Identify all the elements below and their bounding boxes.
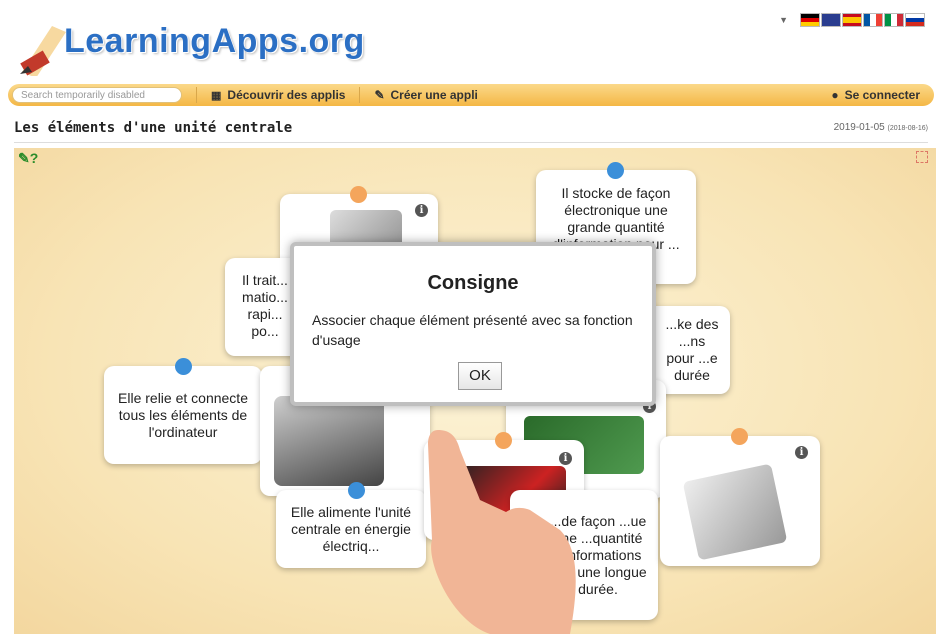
connector-dot[interactable]: [175, 358, 192, 375]
flag-en-icon[interactable]: [822, 14, 840, 26]
discover-apps-link[interactable]: ▦ Découvrir des applis: [196, 87, 359, 103]
dialog-title: Consigne: [427, 272, 519, 294]
page-date: 2019-01-05 (2018-08-16): [834, 122, 928, 133]
date-secondary: (2018-08-16): [887, 125, 928, 132]
user-icon: ●: [831, 88, 839, 102]
card-motherboard-text-label: Elle relie et connecte tous les éléments…: [118, 389, 248, 440]
card-ram-text-label: ...ke des ...ns pour ...e durée: [665, 316, 719, 383]
discover-apps-label: Découvrir des applis: [227, 88, 346, 102]
dropdown-arrow-icon[interactable]: ▼: [779, 15, 788, 25]
page-title: Les éléments d'une unité centrale: [14, 120, 293, 136]
connector-dot[interactable]: [350, 186, 367, 203]
flag-ru-icon[interactable]: [906, 14, 924, 26]
fullscreen-icon[interactable]: [916, 151, 928, 163]
logo[interactable]: LearningApps.org: [18, 8, 364, 82]
card-cpu-image[interactable]: i: [660, 436, 820, 566]
connector-dot[interactable]: [731, 428, 748, 445]
dialog-text: Associer chaque élément présenté avec sa…: [312, 312, 633, 348]
hdd-image: [274, 396, 384, 486]
flag-es-icon[interactable]: [843, 14, 861, 26]
flag-it-icon[interactable]: [885, 14, 903, 26]
cpu-image: [682, 463, 788, 561]
connector-dot[interactable]: [607, 162, 624, 179]
ok-button[interactable]: OK: [458, 362, 502, 390]
main-navbar: Search temporarily disabled ▦ Découvrir …: [8, 84, 934, 106]
hand-pointer-icon: [428, 430, 576, 634]
pencil-icon: ✎: [374, 88, 385, 102]
card-psu-text[interactable]: Elle alimente l'unité centrale en énergi…: [276, 490, 426, 568]
create-app-link[interactable]: ✎ Créer une appli: [359, 87, 491, 103]
title-row: Les éléments d'une unité centrale 2019-0…: [14, 120, 928, 143]
info-icon[interactable]: i: [415, 204, 428, 217]
login-link[interactable]: ● Se connecter: [831, 88, 934, 102]
logo-text: LearningApps.org: [64, 22, 365, 60]
flag-fr-icon[interactable]: [864, 14, 882, 26]
create-app-label: Créer une appli: [390, 88, 478, 102]
card-processor-text-label: Il trait... matio... rapi... po...: [242, 272, 288, 339]
login-label: Se connecter: [844, 88, 920, 102]
card-psu-text-label: Elle alimente l'unité centrale en énergi…: [290, 503, 412, 554]
connector-dot[interactable]: [348, 482, 365, 499]
instruction-dialog: Consigne Associer chaque élément présent…: [290, 242, 656, 406]
info-icon[interactable]: i: [795, 446, 808, 459]
language-selector[interactable]: ▼: [779, 14, 924, 26]
card-motherboard-text[interactable]: Elle relie et connecte tous les éléments…: [104, 366, 262, 464]
date-primary: 2019-01-05: [833, 122, 885, 133]
help-icon[interactable]: ✎?: [18, 150, 38, 167]
flag-de-icon[interactable]: [801, 14, 819, 26]
search-input[interactable]: Search temporarily disabled: [12, 87, 182, 103]
grid-icon: ▦: [211, 89, 222, 102]
